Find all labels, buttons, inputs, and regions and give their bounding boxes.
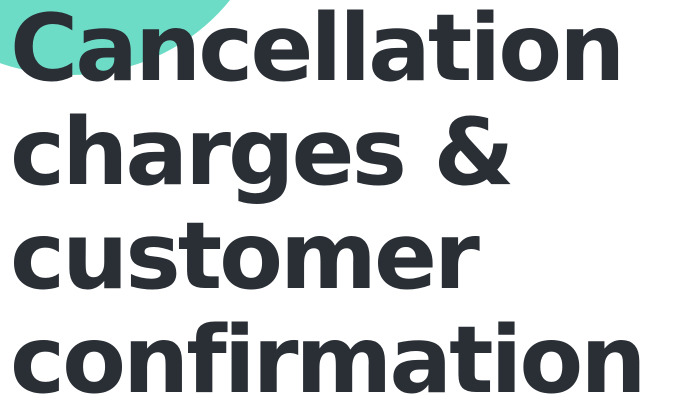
title-line-3: customer xyxy=(10,202,480,310)
title-line-2: charges & xyxy=(10,98,514,206)
page-title: Cancellation charges & customer confirma… xyxy=(10,0,647,414)
title-line-4: confirmation xyxy=(10,306,647,414)
page: Cancellation charges & customer confirma… xyxy=(0,0,674,414)
title-line-1: Cancellation xyxy=(10,0,625,102)
